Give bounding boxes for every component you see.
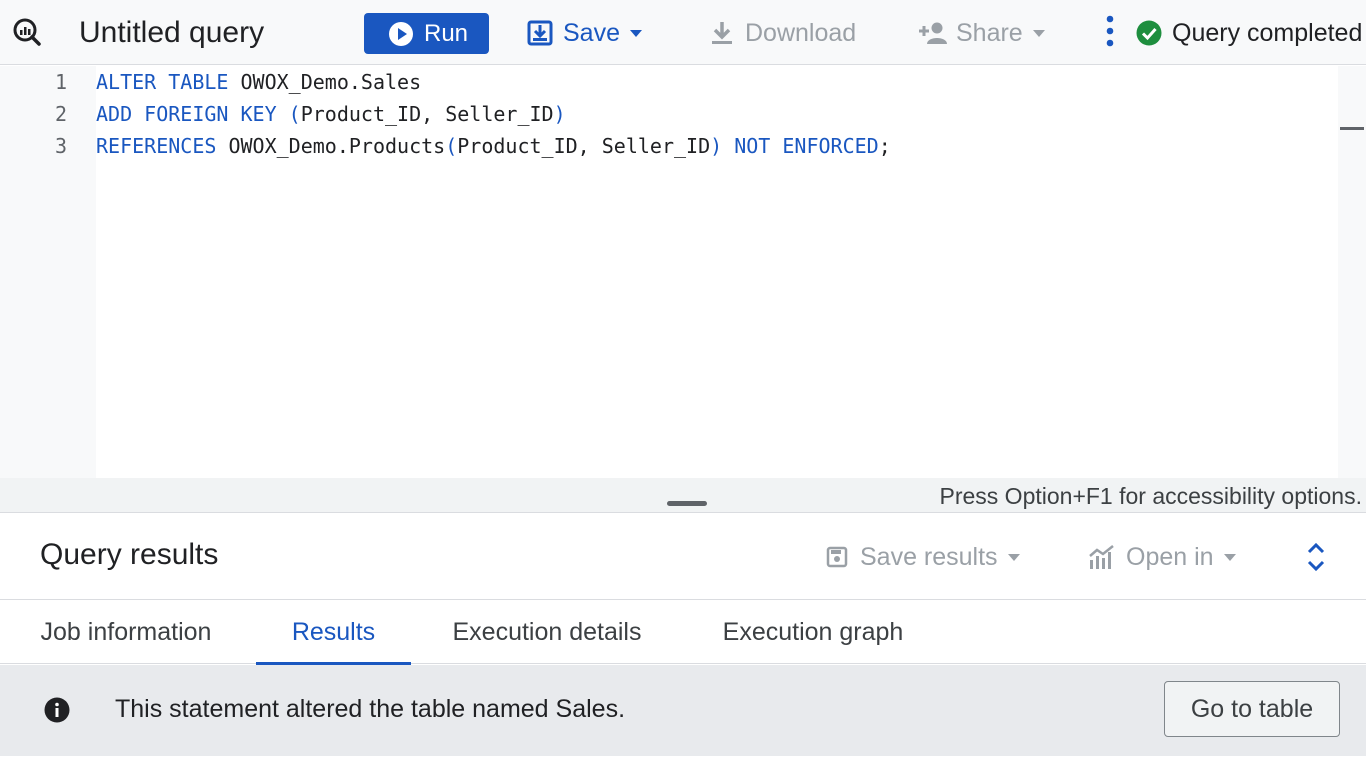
code-line[interactable]: ALTER TABLE OWOX_Demo.Sales — [96, 70, 421, 94]
chevron-down-icon — [1007, 553, 1020, 561]
chevron-down-icon — [629, 29, 642, 37]
bigquery-logo-icon — [12, 17, 42, 47]
more-vert-icon — [1106, 15, 1114, 52]
expand-collapse-button[interactable] — [1300, 540, 1332, 574]
open-in-button[interactable]: Open in — [1088, 541, 1236, 573]
code-line[interactable]: REFERENCES OWOX_Demo.Products(Product_ID… — [96, 134, 891, 158]
chevron-down-icon — [1223, 553, 1236, 561]
results-title: Query results — [40, 538, 219, 571]
status-label: Query completed — [1172, 18, 1363, 47]
sql-keyword: ALTER TABLE — [96, 70, 229, 94]
info-icon — [44, 697, 70, 723]
tab-execution-details[interactable]: Execution details — [433, 601, 661, 664]
save-icon — [527, 20, 553, 46]
chevron-down-icon — [1032, 29, 1045, 37]
sql-keyword: ) — [553, 102, 566, 126]
share-label: Share — [956, 18, 1023, 47]
results-tabs: Job information Results Execution detail… — [0, 601, 1366, 665]
sql-keyword: ADD FOREIGN KEY ( — [96, 102, 301, 126]
download-label: Download — [745, 18, 857, 47]
info-banner: This statement altered the table named S… — [0, 665, 1366, 756]
save-button[interactable]: Save — [527, 14, 642, 52]
save-results-button[interactable]: Save results — [826, 541, 1020, 573]
line-number: 1 — [54, 70, 67, 94]
more-options-button[interactable] — [1100, 15, 1120, 51]
play-icon — [388, 21, 414, 47]
sql-identifier: Product_ID, Seller_ID — [300, 102, 554, 126]
line-number-gutter: 1 2 3 — [0, 66, 96, 478]
save-results-label: Save results — [860, 542, 998, 571]
share-button[interactable]: Share — [918, 14, 1045, 52]
download-button[interactable]: Download — [709, 14, 856, 52]
sql-editor[interactable]: 1 2 3 ALTER TABLE OWOX_Demo.Sales ADD FO… — [0, 66, 1338, 478]
sql-keyword: REFERENCES — [96, 134, 217, 158]
results-header: Query results Save results Open in — [0, 514, 1366, 600]
query-title[interactable]: Untitled query — [79, 14, 264, 52]
save-icon — [826, 546, 848, 568]
run-button[interactable]: Run — [364, 13, 489, 54]
accessibility-hint: Press Option+F1 for accessibility option… — [939, 483, 1363, 509]
add-person-icon — [918, 20, 948, 46]
run-label: Run — [424, 19, 469, 47]
code-line[interactable]: ADD FOREIGN KEY (Product_ID, Seller_ID) — [96, 102, 566, 126]
open-in-label: Open in — [1126, 542, 1214, 571]
bottom-strip — [0, 756, 1366, 762]
unfold-icon — [1300, 542, 1332, 578]
tab-results[interactable]: Results — [256, 601, 411, 665]
sql-identifier: OWOX_Demo.Products — [216, 134, 446, 158]
sql-keyword: ) NOT ENFORCED — [710, 134, 879, 158]
line-number: 2 — [54, 102, 67, 126]
tab-job-information[interactable]: Job information — [20, 601, 232, 664]
tab-execution-graph[interactable]: Execution graph — [704, 601, 922, 664]
query-toolbar: Untitled query Run Save Download Share Q… — [0, 0, 1366, 65]
editor-footer: Press Option+F1 for accessibility option… — [0, 478, 1366, 513]
query-status: Query completed — [1136, 14, 1362, 52]
editor-scrollbar[interactable] — [1338, 66, 1366, 478]
save-label: Save — [563, 18, 620, 47]
banner-message: This statement altered the table named S… — [115, 695, 626, 723]
sql-identifier: ; — [878, 134, 891, 158]
sql-keyword: ( — [445, 134, 458, 158]
insights-chart-icon — [1088, 544, 1116, 570]
sql-identifier: OWOX_Demo.Sales — [228, 70, 422, 94]
line-number: 3 — [54, 134, 67, 158]
check-circle-icon — [1136, 20, 1162, 46]
go-to-table-button[interactable]: Go to table — [1164, 681, 1340, 737]
scroll-marker — [1340, 127, 1364, 130]
sql-identifier: Product_ID, Seller_ID — [457, 134, 711, 158]
resize-handle[interactable] — [667, 501, 707, 506]
download-icon — [709, 20, 735, 46]
